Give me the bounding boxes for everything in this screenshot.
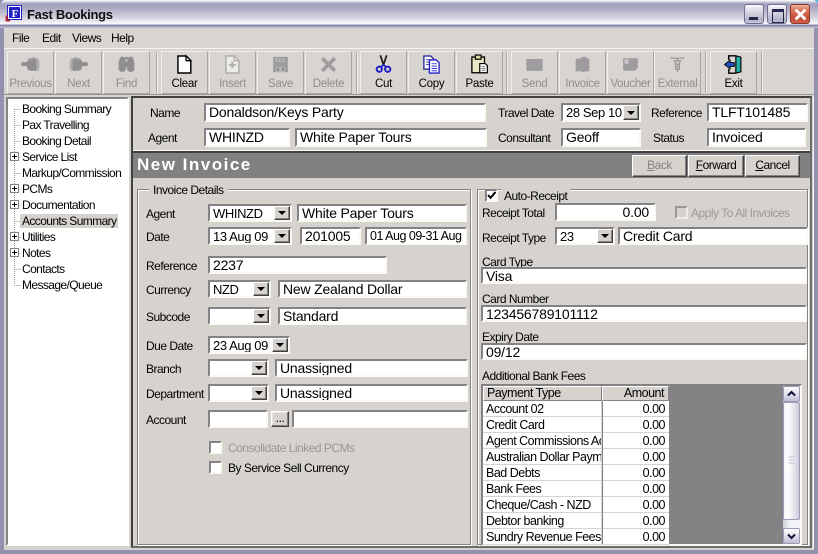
svg-text:F: F (12, 8, 19, 20)
